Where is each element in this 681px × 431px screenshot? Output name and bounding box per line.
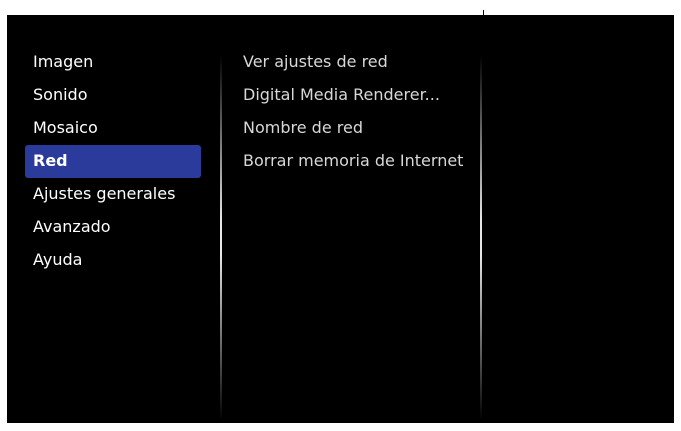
- menu-item-red[interactable]: Red: [25, 145, 201, 178]
- submenu-item-ver-ajustes-de-red[interactable]: Ver ajustes de red: [243, 46, 475, 79]
- menu-item-imagen[interactable]: Imagen: [25, 46, 201, 79]
- network-submenu: Ver ajustes de red Digital Media Rendere…: [243, 46, 475, 178]
- main-menu: Imagen Sonido Mosaico Red Ajustes genera…: [25, 46, 201, 277]
- tv-menu-screen: Imagen Sonido Mosaico Red Ajustes genera…: [7, 15, 674, 423]
- menu-item-avanzado[interactable]: Avanzado: [25, 211, 201, 244]
- menu-item-sonido[interactable]: Sonido: [25, 79, 201, 112]
- menu-item-mosaico[interactable]: Mosaico: [25, 112, 201, 145]
- submenu-item-borrar-memoria-de-internet[interactable]: Borrar memoria de Internet: [243, 145, 475, 178]
- menu-item-ajustes-generales[interactable]: Ajustes generales: [25, 178, 201, 211]
- submenu-item-nombre-de-red[interactable]: Nombre de red: [243, 112, 475, 145]
- submenu-item-digital-media-renderer[interactable]: Digital Media Renderer...: [243, 79, 475, 112]
- column-divider-left: [220, 55, 222, 420]
- column-divider-right: [480, 55, 482, 420]
- menu-item-ayuda[interactable]: Ayuda: [25, 244, 201, 277]
